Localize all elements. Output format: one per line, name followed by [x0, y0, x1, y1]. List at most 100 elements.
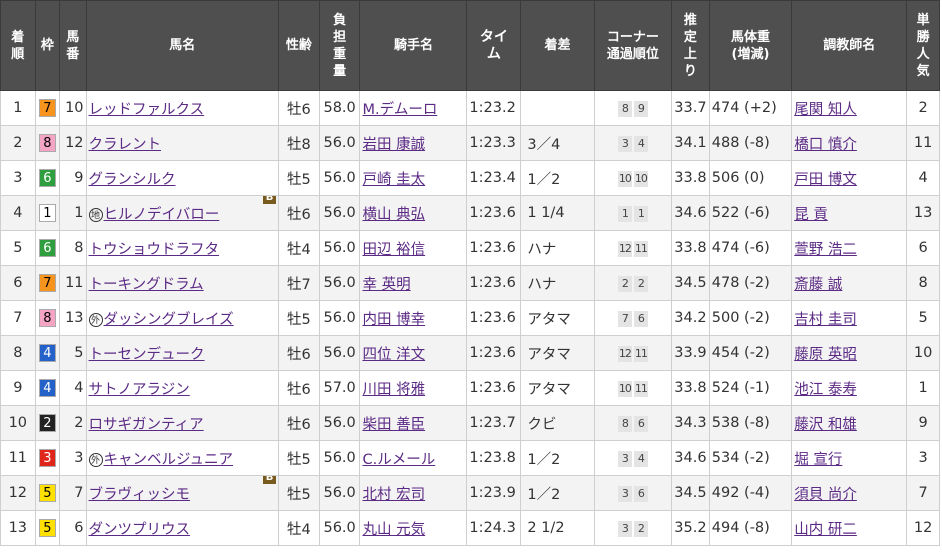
corner-position: 2 — [617, 275, 632, 292]
horse-name-link[interactable]: クラレント — [89, 137, 162, 153]
horse-name-link[interactable]: ロサギガンティア — [89, 417, 204, 433]
corner-position: 11 — [633, 345, 648, 362]
trainer-name-link[interactable]: 橋口 慎介 — [794, 137, 857, 153]
waku-cell: 5 — [34, 475, 61, 511]
jockey-name-link[interactable]: C.ルメール — [362, 452, 435, 468]
margin-cell: 1／2 — [520, 160, 595, 196]
margin-cell: 3／4 — [520, 125, 595, 161]
corner-cell: 34 — [593, 125, 673, 161]
rank-cell: 12 — [0, 475, 36, 511]
horse-name-link[interactable]: トーセンデューク — [89, 347, 205, 363]
popularity-cell: 10 — [906, 335, 940, 371]
horse-name-link[interactable]: ダッシングブレイズ — [104, 312, 234, 328]
trainer-name-link[interactable]: 萱野 浩二 — [794, 242, 857, 258]
jockey-name-link[interactable]: 田辺 裕信 — [362, 242, 425, 258]
trainer-name-link[interactable]: 池江 泰寿 — [794, 382, 857, 398]
last3f-cell: 34.1 — [671, 125, 710, 161]
last3f-cell: 34.6 — [671, 195, 710, 231]
time-cell: 1:23.6 — [466, 370, 522, 406]
trainer-name-link[interactable]: 堀 宣行 — [794, 452, 842, 468]
last3f-cell: 35.2 — [671, 510, 710, 546]
jockey-cell: 戸崎 圭太 — [359, 160, 468, 196]
corner-position: 10 — [633, 170, 648, 187]
last3f-cell: 34.6 — [671, 440, 710, 476]
margin-cell: 1／2 — [520, 440, 595, 476]
jockey-name-link[interactable]: 四位 洋文 — [362, 347, 425, 363]
jockey-name-link[interactable]: 岩田 康誠 — [362, 137, 425, 153]
horse-name-link[interactable]: ブラヴィッシモ — [89, 487, 191, 503]
jockey-name-link[interactable]: 川田 将雅 — [362, 382, 425, 398]
horse-name-link[interactable]: グランシルク — [89, 172, 176, 188]
jockey-name-link[interactable]: 内田 博幸 — [362, 312, 425, 328]
jockey-name-link[interactable]: 横山 典弘 — [362, 207, 425, 223]
corner-cell: 10 11 — [593, 370, 673, 406]
header-pop: 単勝人気 — [906, 0, 940, 91]
trainer-name-link[interactable]: 戸田 博文 — [794, 172, 857, 188]
table-row: 5 6 8 トウショウドラフタ 牡4 56.0 田辺 裕信 1:23.6 ハナ … — [0, 230, 940, 266]
weight-cell: 56.0 — [318, 440, 361, 476]
table-row: 3 6 9 グランシルク 牡5 56.0 戸崎 圭太 1:23.4 1／2 10… — [0, 160, 940, 196]
rank-cell: 8 — [0, 335, 36, 371]
umaban-cell: 3 — [59, 440, 87, 476]
waku-badge: 6 — [38, 239, 56, 257]
rank-cell: 1 — [0, 90, 36, 126]
weight-cell: 56.0 — [318, 160, 361, 196]
sexage-cell: 牡8 — [278, 125, 320, 161]
table-row: 8 4 5 トーセンデューク 牡6 56.0 四位 洋文 1:23.6 アタマ … — [0, 335, 940, 371]
waku-badge: 8 — [38, 134, 56, 152]
sexage-cell: 牡5 — [278, 300, 320, 336]
jockey-cell: 北村 宏司 — [359, 475, 468, 511]
waku-cell: 2 — [34, 405, 61, 441]
rank-cell: 3 — [0, 160, 36, 196]
horse-name-link[interactable]: キャンベルジュニア — [104, 452, 233, 468]
last3f-cell: 34.5 — [671, 475, 710, 511]
trainer-name-link[interactable]: 斎藤 誠 — [794, 277, 842, 293]
jockey-name-link[interactable]: 幸 英明 — [362, 277, 410, 293]
trainer-name-link[interactable]: 尾関 知人 — [794, 102, 857, 118]
table-row: 11 3 3 外キャンベルジュニア 牡5 56.0 C.ルメール 1:23.8 … — [0, 440, 940, 476]
jockey-name-link[interactable]: 北村 宏司 — [362, 487, 425, 503]
rank-cell: 13 — [0, 510, 36, 546]
margin-cell: アタマ — [520, 370, 595, 406]
trainer-name-link[interactable]: 須貝 尚介 — [794, 487, 857, 503]
last3f-cell: 33.8 — [671, 230, 710, 266]
horse-name-link[interactable]: レッドファルクス — [89, 102, 205, 118]
margin-cell: 1／2 — [520, 475, 595, 511]
corner-position: 9 — [633, 100, 648, 117]
horse-name-link[interactable]: サトノアラジン — [89, 382, 190, 398]
horse-cell: ダンツプリウス — [85, 510, 280, 546]
umaban-cell: 6 — [59, 510, 87, 546]
table-row: 2 8 12 クラレント 牡8 56.0 岩田 康誠 1:23.3 3／4 34… — [0, 125, 940, 161]
popularity-cell: 5 — [906, 300, 940, 336]
trainer-name-link[interactable]: 藤沢 和雄 — [794, 417, 857, 433]
horse-name-link[interactable]: ダンツプリウス — [89, 522, 191, 538]
jockey-cell: C.ルメール — [359, 440, 468, 476]
jockey-name-link[interactable]: 柴田 善臣 — [362, 417, 425, 433]
corner-cell: 34 — [593, 440, 673, 476]
jockey-name-link[interactable]: 戸崎 圭太 — [362, 172, 425, 188]
popularity-cell: 3 — [906, 440, 940, 476]
table-row: 6 7 11 トーキングドラム 牡7 56.0 幸 英明 1:23.6 ハナ 2… — [0, 265, 940, 301]
header-sexage: 性齢 — [278, 0, 320, 91]
weight-cell: 56.0 — [318, 230, 361, 266]
corner-position: 8 — [617, 100, 632, 117]
bodyweight-cell: 500 (-2) — [708, 300, 793, 336]
trainer-cell: 萱野 浩二 — [791, 230, 908, 266]
horse-name-link[interactable]: トウショウドラフタ — [89, 242, 220, 258]
time-cell: 1:23.7 — [466, 405, 522, 441]
trainer-name-link[interactable]: 藤原 英昭 — [794, 347, 857, 363]
horse-name-link[interactable]: トーキングドラム — [89, 277, 204, 293]
corner-cell: 89 — [593, 90, 673, 126]
race-results-table: 着順 枠 馬番 馬名 性齢 負担重量 騎手名 タイム 着差 コーナー 通過順位 推… — [0, 0, 940, 546]
popularity-cell: 13 — [906, 195, 940, 231]
trainer-name-link[interactable]: 吉村 圭司 — [794, 312, 857, 328]
header-margin: 着差 — [520, 0, 595, 91]
trainer-name-link[interactable]: 山内 研二 — [794, 522, 857, 538]
trainer-name-link[interactable]: 昆 貢 — [794, 207, 828, 223]
horse-name-link[interactable]: ヒルノデイバロー — [104, 207, 220, 223]
rank-cell: 11 — [0, 440, 36, 476]
last3f-cell: 33.7 — [671, 90, 710, 126]
jockey-name-link[interactable]: 丸山 元気 — [362, 522, 425, 538]
corner-position: 7 — [617, 310, 632, 327]
jockey-name-link[interactable]: M.デムーロ — [362, 102, 437, 118]
